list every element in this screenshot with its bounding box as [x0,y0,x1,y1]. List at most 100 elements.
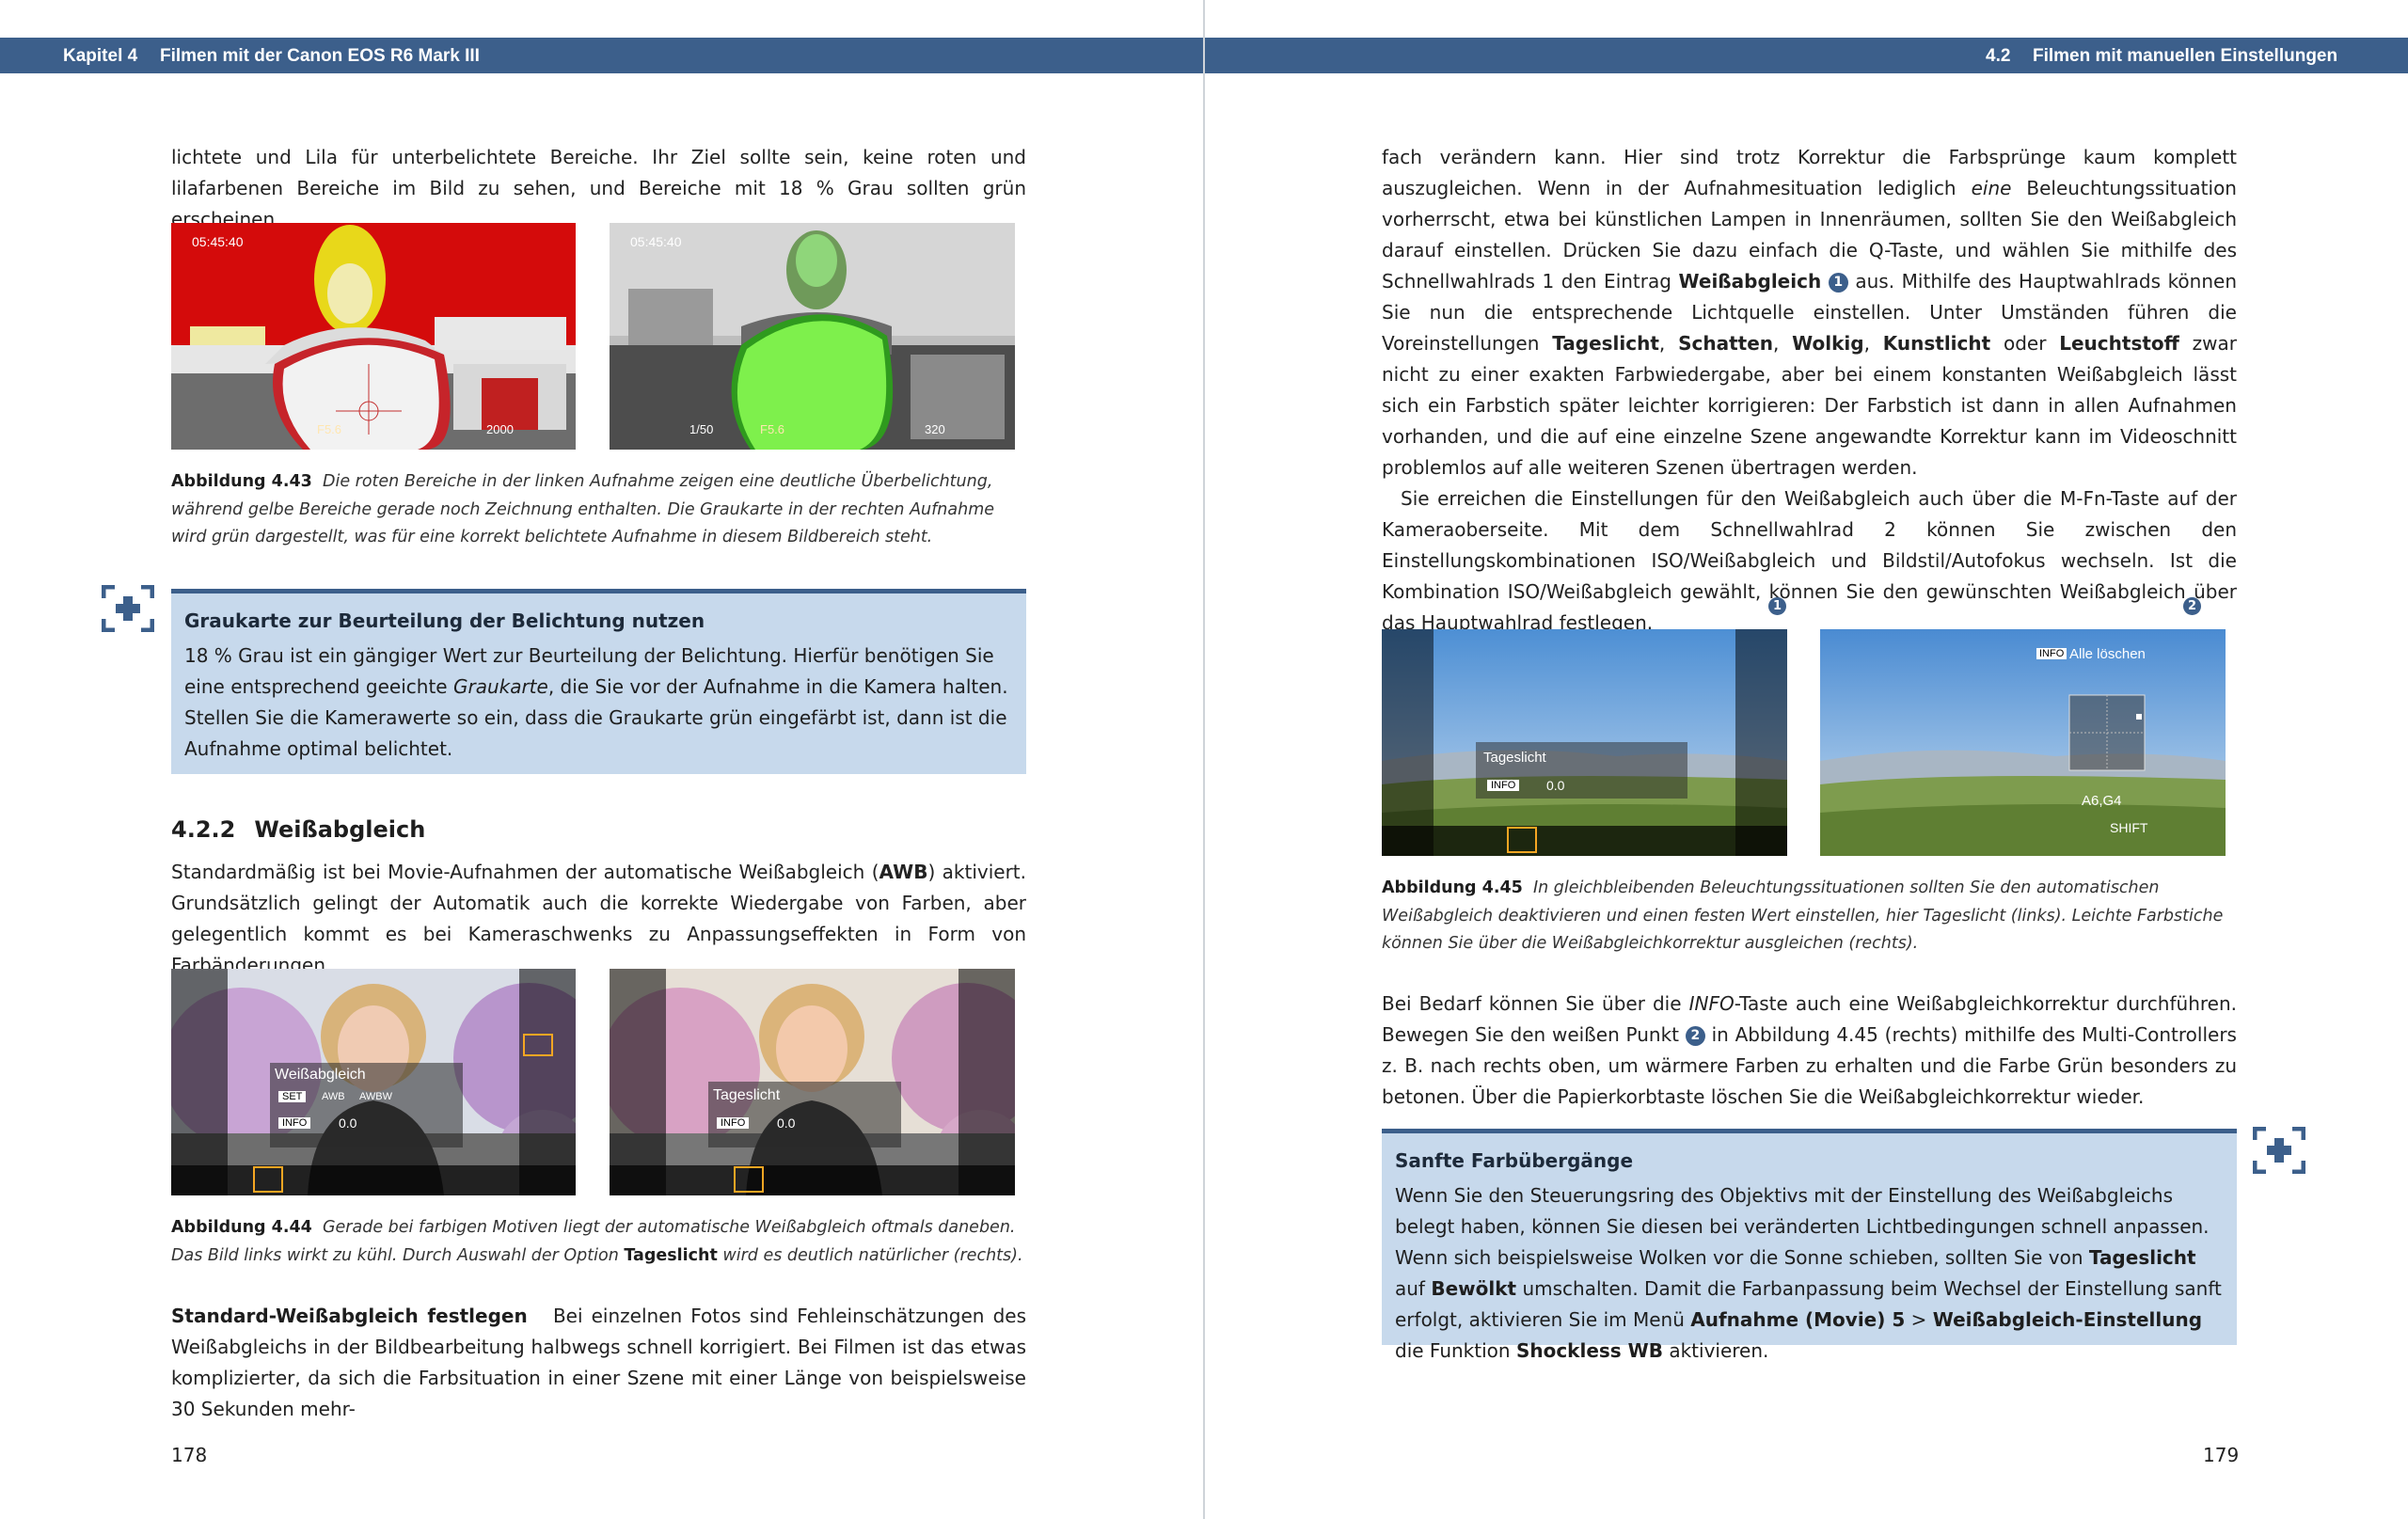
caption-4-45-label: Abbildung 4.45 [1382,878,1523,897]
osd-info-right: INFO [717,1117,750,1129]
tip-box-graycard: Graukarte zur Beurteilung der Belichtung… [171,589,1026,774]
section-title: Weißabgleich [254,816,426,843]
callout-2: 2 [2183,597,2201,615]
figure-4-45-right-image: INFO Alle löschen A6,G4 SHIFT [1820,629,2226,856]
osd-clear-all: Alle löschen [2069,646,2146,662]
osd-shift-value: A6,G4 [2082,793,2122,809]
osd-aperture-left: F5.6 [317,422,342,436]
section-heading-4-2-2: 4.2.2 Weißabgleich [171,816,425,843]
osd-wbval-left: 0.0 [339,1116,357,1131]
osd-info-left: INFO [278,1117,311,1129]
marker-2: 2 [1685,1026,1705,1046]
zebra-overexposure-photo [171,223,576,450]
p1-sep2: , [1773,332,1793,355]
paragraph-intro: lichtete und Lila für unterbelichtete Be… [171,142,1026,235]
osd-shift-label: SHIFT [2110,820,2148,835]
graycard-photo [610,223,1015,450]
page-number-left: 178 [171,1444,208,1466]
tip2-t2: auf [1395,1277,1432,1300]
osd-set-left: SET [278,1091,307,1102]
book-spread: Kapitel 4 Filmen mit der Canon EOS R6 Ma… [0,0,2408,1519]
tip2-t5: die Funktion [1395,1339,1516,1362]
caption-4-44-label: Abbildung 4.44 [171,1218,312,1237]
tip-box-2-body: Wenn Sie den Steuerungsring des Objektiv… [1395,1180,2224,1367]
page-number-right: 179 [2203,1444,2240,1466]
runin-heading: Standard-Weißabgleich festlegen [171,1305,528,1327]
tip2-b1: Tageslicht [2088,1246,2196,1269]
paragraph-wb-a: Standardmäßig ist bei Movie-Aufnahmen de… [171,861,879,883]
p1-bold-schatten: Schatten [1678,332,1773,355]
paragraph-standard-wb: Standard-Weißabgleich festlegen Bei einz… [171,1301,1026,1425]
paragraph-wb: Standardmäßig ist bei Movie-Aufnahmen de… [171,857,1026,981]
osd-wbval-right: 0.0 [777,1116,796,1131]
paragraph-right-3: Bei Bedarf können Sie über die INFO-Tast… [1382,989,2237,1113]
right-page: 4.2 Filmen mit manuellen Einstellungen f… [1205,0,2408,1519]
marker-1: 1 [1828,273,1848,293]
p1-sep1: , [1658,332,1679,355]
caption-4-45: Abbildung 4.45 In gleichbleibenden Beleu… [1382,875,2237,958]
p3-em: INFO [1688,992,1735,1015]
osd-time-left: 05:45:40 [192,234,244,249]
section-title-header: Filmen mit manuellen Einstellungen [2033,46,2338,66]
paragraph-intro-text: lichtete und Lila für unterbelichtete Be… [171,146,1026,230]
figure-4-43-right-image: 05:45:40 1/50 F5.6 320 [610,223,1015,450]
p1-em: eine [1971,177,2012,199]
balloon-photo-cool [171,969,576,1195]
paragraph-wb-bold: AWB [879,861,928,883]
landscape-photo-wb-shift [1820,629,2226,856]
osd-time-right: 05:45:40 [630,234,682,249]
p1-sep4: oder [1990,332,2060,355]
tip-text-em: Graukarte [452,675,548,698]
paragraph-right-2: Sie erreichen die Einstellungen für den … [1382,487,2237,634]
tip-box-2-title: Sanfte Farbübergänge [1395,1149,1634,1172]
figure-4-44-right-image: Tageslicht INFO 0.0 [610,969,1015,1195]
caption-4-44-text-b: wird es deutlich natürlicher (rechts). [717,1245,1023,1265]
tip-focus-icon [102,585,154,632]
p1-bold-weissabgleich: Weißabgleich [1678,270,1822,293]
tip2-b4: Weißabgleich-Einstellung [1932,1308,2203,1331]
tip2-t6: aktivieren. [1662,1339,1769,1362]
osd-iso-right: 320 [925,422,945,436]
p1-bold-tageslicht: Tageslicht [1552,332,1659,355]
figure-4-45-left-image: Tageslicht INFO 0.0 [1382,629,1787,856]
tip2-b5: Shockless WB [1515,1339,1663,1362]
tip-box-body: 18 % Grau ist ein gängiger Wert zur Beur… [184,641,1013,765]
p3-a: Bei Bedarf können Sie über die [1382,992,1689,1015]
osd-shutter-right: 1/50 [689,422,714,436]
p1-bold-leuchtstoff: Leuchtstoff [2059,332,2179,355]
tip2-b2: Bewölkt [1431,1277,1517,1300]
left-page: Kapitel 4 Filmen mit der Canon EOS R6 Ma… [0,0,1203,1519]
chapter-title: Filmen mit der Canon EOS R6 Mark III [160,46,480,66]
osd-daylight-title: Tageslicht [1483,750,1546,766]
tip2-t1: Wenn Sie den Steuerungsring des Objektiv… [1395,1184,2210,1269]
section-number: 4.2.2 [171,816,236,843]
figure-4-44-left-image: Weißabgleich SET AWB AWBW INFO 0.0 [171,969,576,1195]
tip-box-title: Graukarte zur Beurteilung der Belichtung… [184,609,705,632]
caption-4-44: Abbildung 4.44 Gerade bei farbigen Motiv… [171,1214,1026,1270]
osd-info-clear: INFO [2036,648,2067,659]
p1-bold-kunstlicht: Kunstlicht [1882,332,1991,355]
caption-4-43-label: Abbildung 4.43 [171,472,312,491]
osd-daylight-title-right: Tageslicht [713,1087,781,1103]
tip2-t4: > [1905,1308,1933,1331]
osd-awbw-left: AWBW [359,1091,393,1102]
osd-awb-left: AWB [322,1091,345,1102]
osd-wb-title-left: Weißabgleich [275,1067,366,1083]
p1-bold-wolkig: Wolkig [1792,332,1864,355]
callout-1: 1 [1768,597,1786,615]
osd-info-445: INFO [1487,780,1520,791]
tip-box-soft-transitions: Sanfte Farbübergänge Wenn Sie den Steuer… [1382,1129,2237,1362]
right-running-header: 4.2 Filmen mit manuellen Einstellungen [1205,38,2408,73]
osd-wbval-445: 0.0 [1546,778,1565,793]
paragraph-right-1: fach verändern kann. Hier sind trotz Kor… [1382,142,2237,639]
section-label: 4.2 [1986,46,2011,66]
chapter-label: Kapitel 4 [63,46,138,66]
figure-4-43-left-image: 05:45:40 F5.6 2000 [171,223,576,450]
tip-focus-icon-2 [2253,1127,2305,1174]
caption-4-43: Abbildung 4.43 Die roten Bereiche in der… [171,468,1026,552]
caption-4-44-text-bold: Tageslicht [624,1245,718,1265]
osd-iso-left: 2000 [486,422,514,436]
left-running-header: Kapitel 4 Filmen mit der Canon EOS R6 Ma… [0,38,1203,73]
landscape-photo-daylight [1382,629,1787,856]
osd-aperture-right: F5.6 [760,422,785,436]
